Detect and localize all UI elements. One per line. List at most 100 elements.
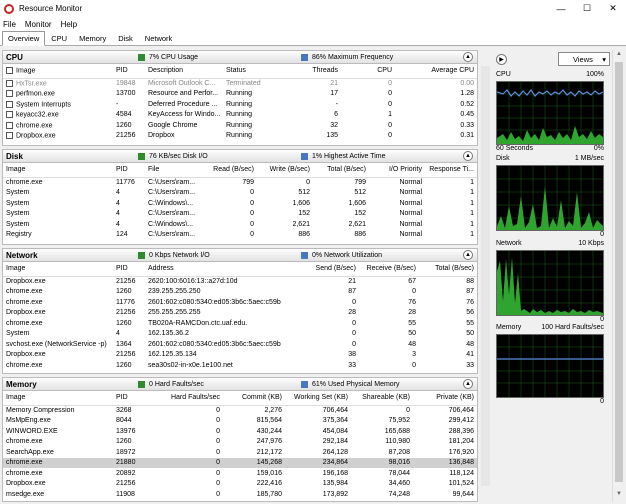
left-panel-scrollbar[interactable] xyxy=(481,66,490,486)
collapse-chevron-icon[interactable]: ▲ xyxy=(463,379,473,389)
table-row[interactable]: MsMpEng.exe 8044 0 815,564 375,364 75,952 299,… xyxy=(3,416,477,427)
column-header[interactable]: PID xyxy=(113,64,145,79)
menu-help[interactable]: Help xyxy=(61,20,77,29)
table-row[interactable]: System 4 C:\Windows\... 0 1,606 1,606 Normal 1 xyxy=(3,198,477,209)
table-cell: 34,460 xyxy=(388,480,410,488)
row-checkbox[interactable] xyxy=(6,132,13,140)
table-row[interactable]: Dropbox.exe 21256 255.255.255.255 28 28 56 xyxy=(3,308,477,319)
column-header[interactable]: Total (B/sec) xyxy=(419,262,477,277)
memory-section-header[interactable]: Memory 0 Hard Faults/sec 61% Used Physic… xyxy=(3,378,477,391)
network-section-header[interactable]: Network 0 Kbps Network I/O 0% Network Ut… xyxy=(3,249,477,262)
graphs-scrollbar[interactable]: ▲ ▼ xyxy=(612,50,624,502)
table-row[interactable]: chrome.exe 1260 Google Chrome Running 32 0 0.3… xyxy=(3,120,477,131)
disk-section-header[interactable]: Disk 76 KB/sec Disk I/O 1% Highest Activ… xyxy=(3,150,477,163)
table-row[interactable]: perfmon.exe 13700 Resource and Perfor... Ru… xyxy=(3,89,477,100)
table-row[interactable]: System 4 C:\Windows\... 0 2,621 2,621 Normal 1 xyxy=(3,219,477,230)
table-row[interactable]: chrome.exe 1260 0 247,976 292,184 110,980 181,… xyxy=(3,437,477,448)
scroll-thumb[interactable] xyxy=(615,62,623,482)
scroll-down-arrow-icon[interactable]: ▼ xyxy=(613,491,625,501)
minimize-button[interactable]: — xyxy=(548,0,574,17)
column-header[interactable]: Shareable (KB) xyxy=(351,391,413,406)
table-row[interactable]: System 4 162.135.36.2 0 50 50 xyxy=(3,329,477,340)
column-header[interactable]: Commit (KB) xyxy=(223,391,285,406)
column-header[interactable]: Send (B/sec) xyxy=(299,262,359,277)
table-row[interactable]: Dropbox.exe 21256 Dropbox Running 135 0 0.31 xyxy=(3,131,477,142)
column-header[interactable]: Working Set (KB) xyxy=(285,391,351,406)
column-header[interactable]: Threads xyxy=(283,64,341,79)
table-row[interactable]: keyacc32.exe 4584 KeyAccess for Windo... Ru… xyxy=(3,110,477,121)
column-header[interactable]: Response Ti... xyxy=(425,163,477,178)
table-row[interactable]: System 4 C:\Users\ram... 0 152 152 Normal 1 xyxy=(3,209,477,220)
table-row[interactable]: System Interrupts - Deferred Procedure ...… xyxy=(3,99,477,110)
tab-memory[interactable]: Memory xyxy=(73,31,112,45)
views-dropdown[interactable]: Views ▾ xyxy=(558,52,610,66)
column-header[interactable]: Private (KB) xyxy=(413,391,477,406)
maximize-button[interactable]: ☐ xyxy=(574,0,600,17)
column-header[interactable]: Description xyxy=(145,64,223,79)
table-row[interactable]: svchost.exe (NetworkService -p) 1364 2601:… xyxy=(3,339,477,350)
column-header[interactable]: Write (B/sec) xyxy=(257,163,313,178)
tab-overview[interactable]: Overview xyxy=(2,31,46,46)
tab-network[interactable]: Network xyxy=(139,31,179,45)
table-row[interactable]: Dropbox.exe 21256 2620:100:6016:13::a27d:1… xyxy=(3,276,477,287)
table-row[interactable]: HxTsr.exe 19848 Microsoft Outlook C... Term… xyxy=(3,78,477,89)
table-cell: Dropbox.exe xyxy=(3,131,113,142)
table-row[interactable]: chrome.exe 21880 0 145,268 234,864 98,016 136,… xyxy=(3,457,477,468)
collapse-pane-arrow-icon[interactable]: ▶ xyxy=(496,53,507,65)
table-row[interactable]: Memory Compression 3268 0 2,276 706,464 0 706,… xyxy=(3,405,477,416)
column-header[interactable]: File xyxy=(145,163,205,178)
column-header[interactable]: PID xyxy=(113,391,145,406)
table-row[interactable]: chrome.exe 1260 239.255.255.250 87 0 87 xyxy=(3,287,477,298)
column-header[interactable]: Image xyxy=(3,64,113,79)
table-cell: 815,564 xyxy=(256,417,282,425)
row-checkbox[interactable] xyxy=(6,90,13,98)
close-button[interactable]: ✕ xyxy=(600,0,626,17)
table-cell: 21 xyxy=(348,278,356,285)
table-row[interactable]: Registry 124 C:\Users\ram... 0 886 886 Normal 1 xyxy=(3,230,477,241)
tab-disk[interactable]: Disk xyxy=(112,31,139,45)
column-header[interactable]: Image xyxy=(3,391,113,406)
table-row[interactable]: Dropbox.exe 21256 162.125.35.134 38 3 41 xyxy=(3,350,477,361)
row-checkbox[interactable] xyxy=(6,79,13,87)
collapse-chevron-icon[interactable]: ▲ xyxy=(463,250,473,260)
table-row[interactable]: chrome.exe 1260 sea30s02-in-x0e.1e100.net 3… xyxy=(3,360,477,371)
column-header[interactable]: Total (B/sec) xyxy=(313,163,369,178)
table-row[interactable]: WINWORD.EXE 13976 0 430,244 454,084 165,688 28… xyxy=(3,426,477,437)
column-header[interactable]: Average CPU xyxy=(395,64,477,79)
column-header[interactable]: Address xyxy=(145,262,299,277)
row-checkbox[interactable] xyxy=(6,100,13,108)
scroll-up-arrow-icon[interactable]: ▲ xyxy=(613,51,625,61)
menu-file[interactable]: File xyxy=(3,20,16,29)
table-row[interactable]: System 4 C:\Users\ram... 0 512 512 Normal 1 xyxy=(3,188,477,199)
table-cell: 74,248 xyxy=(388,490,410,498)
table-row[interactable]: chrome.exe 20892 0 159,016 196,168 78,044 118,… xyxy=(3,468,477,479)
column-header[interactable]: CPU xyxy=(341,64,395,79)
collapse-chevron-icon[interactable]: ▲ xyxy=(463,151,473,161)
column-header[interactable]: PID xyxy=(113,163,145,178)
table-cell: 799 xyxy=(242,179,254,186)
tab-cpu[interactable]: CPU xyxy=(45,31,73,45)
table-row[interactable]: chrome.exe 1260 TB020A-RAMCDon.ctc.uaf.edu… xyxy=(3,318,477,329)
table-row[interactable]: SearchApp.exe 18972 0 212,172 264,128 87,208 1… xyxy=(3,447,477,458)
table-row[interactable]: msedge.exe 11908 0 185,780 173,892 74,248 99,6… xyxy=(3,489,477,500)
row-checkbox[interactable] xyxy=(6,111,13,119)
column-header[interactable]: Receive (B/sec) xyxy=(359,262,419,277)
active-time-legend-icon xyxy=(301,152,308,160)
column-header[interactable]: Image xyxy=(3,163,113,178)
column-header[interactable]: Image xyxy=(3,262,113,277)
cpu-section-header[interactable]: CPU 7% CPU Usage 86% Maximum Frequency ▲ xyxy=(3,51,477,64)
table-cell: 20892 xyxy=(116,469,136,477)
collapse-chevron-icon[interactable]: ▲ xyxy=(463,52,473,62)
table-cell: 4 xyxy=(116,330,120,338)
column-header[interactable]: I/O Priority xyxy=(369,163,425,178)
row-checkbox[interactable] xyxy=(6,121,13,129)
select-all-checkbox[interactable] xyxy=(6,67,13,75)
table-row[interactable]: chrome.exe 11776 C:\Users\ram... 799 0 799 Nor… xyxy=(3,177,477,188)
column-header[interactable]: Read (B/sec) xyxy=(205,163,257,178)
table-row[interactable]: Dropbox.exe 21256 0 222,416 135,984 34,460 101… xyxy=(3,479,477,490)
column-header[interactable]: Status xyxy=(223,64,283,79)
column-header[interactable]: PID xyxy=(113,262,145,277)
table-row[interactable]: chrome.exe 11776 2601:602:c080:5340:ed05:3… xyxy=(3,297,477,308)
menu-monitor[interactable]: Monitor xyxy=(25,20,52,29)
column-header[interactable]: Hard Faults/sec xyxy=(145,391,223,406)
